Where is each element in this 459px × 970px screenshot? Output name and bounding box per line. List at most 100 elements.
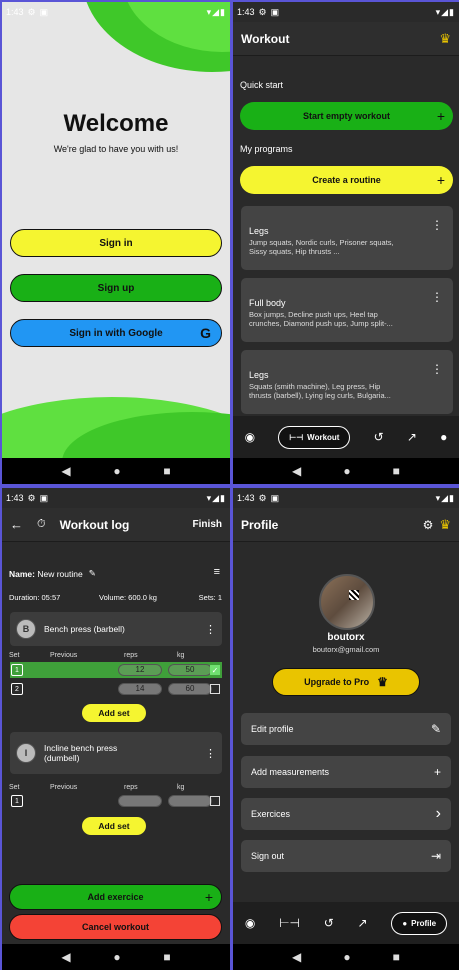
more-icon[interactable]: ⋮ [205,623,216,636]
plus-icon: + [433,765,441,779]
reps-field[interactable]: 14 [118,683,162,695]
routine-card[interactable]: Full body Box jumps, Decline push ups, H… [241,278,453,342]
set-complete-checkbox[interactable] [210,796,220,806]
header-reps: reps [124,784,138,791]
exercise-card[interactable]: I Incline bench press (dumbell) ⋮ [10,732,222,774]
more-icon[interactable]: ⋮ [431,290,443,304]
header-kg: kg [177,652,185,659]
routine-name: Legs [249,370,269,380]
person-icon: ● [402,918,408,928]
exercises-row[interactable]: Exercices › [241,798,451,830]
sets-text: Sets: 1 [198,593,222,602]
start-empty-workout-button[interactable]: Start empty workout + [240,102,453,130]
back-icon[interactable]: ◀ [61,464,70,478]
header-previous: Previous [50,652,78,659]
settings-icon[interactable]: ⚙ [423,518,434,532]
avatar-art [349,590,359,600]
add-set-button[interactable]: Add set [82,817,146,835]
recents-icon[interactable]: ■ [163,950,170,964]
kg-field[interactable]: 50 [168,664,212,676]
sign-out-row[interactable]: Sign out ⇥ [241,840,451,872]
nav-profile-active[interactable]: ● Profile [391,911,448,935]
sign-in-button[interactable]: Sign in [10,229,222,257]
recents-icon[interactable]: ■ [163,464,170,478]
welcome-title: Welcome [63,110,169,137]
dumbbell-icon[interactable]: ⊢⊣ [279,916,300,930]
page-title: Workout log [59,517,130,532]
row-label: Edit profile [251,724,294,734]
set-complete-checkbox[interactable]: ✓ [210,665,220,675]
recents-icon[interactable]: ■ [393,464,400,478]
gear-icon: ⚙ [27,492,36,503]
crown-icon[interactable]: ♛ [439,517,451,533]
exercise-card[interactable]: B Bench press (barbell) ⋮ [10,612,222,646]
back-icon[interactable]: ◀ [292,950,301,964]
home-icon[interactable]: ● [343,950,350,964]
app-bar: Workout ♛ [233,22,459,56]
crown-icon[interactable]: ♛ [439,31,451,47]
edit-profile-row[interactable]: Edit profile ✎ [241,713,451,745]
compass-icon[interactable]: ◉ [245,916,255,930]
back-arrow-icon[interactable]: ← [10,517,23,532]
add-exercise-label: Add exercice [87,892,144,902]
timer-icon[interactable]: ⏱ [37,518,46,531]
home-icon[interactable]: ● [343,464,350,478]
pencil-icon[interactable]: ✎ [89,568,96,579]
kg-field[interactable]: 60 [168,683,212,695]
sign-up-button[interactable]: Sign up [10,274,222,302]
compass-icon[interactable]: ◉ [245,430,255,444]
status-time: 1:43 [237,493,255,503]
recents-icon[interactable]: ■ [393,950,400,964]
trending-icon[interactable]: ↗ [407,430,417,444]
create-routine-button[interactable]: Create a routine + [240,166,453,194]
welcome-subtitle: We're glad to have you with us! [53,144,179,154]
routine-name-row[interactable]: Name: New routine ✎ [9,568,96,579]
kg-field[interactable] [168,795,212,807]
system-nav-bar: ◀ ● ■ [233,458,459,484]
gear-icon: ⚙ [27,6,36,17]
set-complete-checkbox[interactable] [210,684,220,694]
row-label: Sign out [251,851,285,861]
routine-card[interactable]: Legs Squats (smith machine), Leg press, … [241,350,453,414]
gear-icon: ⚙ [258,492,267,503]
add-set-button[interactable]: Add set [82,704,146,722]
app-bar: ← ⏱ Workout log Finish [2,508,230,542]
set-row: 2 14 60 [10,682,222,696]
reps-field[interactable]: 12 [118,664,162,676]
add-set-label: Add set [98,708,130,718]
create-routine-label: Create a routine [312,175,381,185]
more-icon[interactable]: ⋮ [431,362,443,376]
screenshot-icon: ▣ [39,6,49,17]
google-sign-in-button[interactable]: Sign in with Google G [10,319,222,347]
more-icon[interactable]: ⋮ [205,747,216,760]
header-previous: Previous [50,784,78,791]
more-icon[interactable]: ⋮ [431,218,443,232]
upgrade-label: Upgrade to Pro [304,677,370,687]
reps-field[interactable] [118,795,162,807]
person-icon[interactable]: ● [440,430,447,444]
exercise-name: Incline bench press (dumbell) [44,743,118,763]
history-icon[interactable]: ↺ [374,430,384,444]
back-icon[interactable]: ◀ [61,950,70,964]
google-label: Sign in with Google [69,327,163,339]
finish-button[interactable]: Finish [193,519,222,530]
history-icon[interactable]: ↺ [324,916,334,930]
nav-workout-active[interactable]: ⊢⊣ Workout [278,425,351,449]
bottom-nav: ◉ ⊢⊣ Workout ↺ ↗ ● [233,416,459,458]
add-measurements-row[interactable]: Add measurements + [241,756,451,788]
home-icon[interactable]: ● [113,464,120,478]
cancel-workout-button[interactable]: Cancel workout [9,914,222,940]
add-exercise-button[interactable]: Add exercice + [9,884,222,910]
trending-icon[interactable]: ↗ [358,916,368,930]
gear-icon: ⚙ [258,6,267,17]
plus-icon: + [204,889,213,905]
dumbbell-icon: ⊢⊣ [289,432,304,442]
menu-icon[interactable]: ≡ [214,566,220,578]
routine-card[interactable]: Legs Jump squats, Nordic curls, Prisoner… [241,206,453,270]
avatar[interactable] [319,574,375,630]
upgrade-pro-button[interactable]: Upgrade to Pro ♛ [272,668,420,696]
status-time: 1:43 [6,7,24,17]
signal-battery-icon: ▾◢▮ [435,6,455,17]
back-icon[interactable]: ◀ [292,464,301,478]
home-icon[interactable]: ● [113,950,120,964]
